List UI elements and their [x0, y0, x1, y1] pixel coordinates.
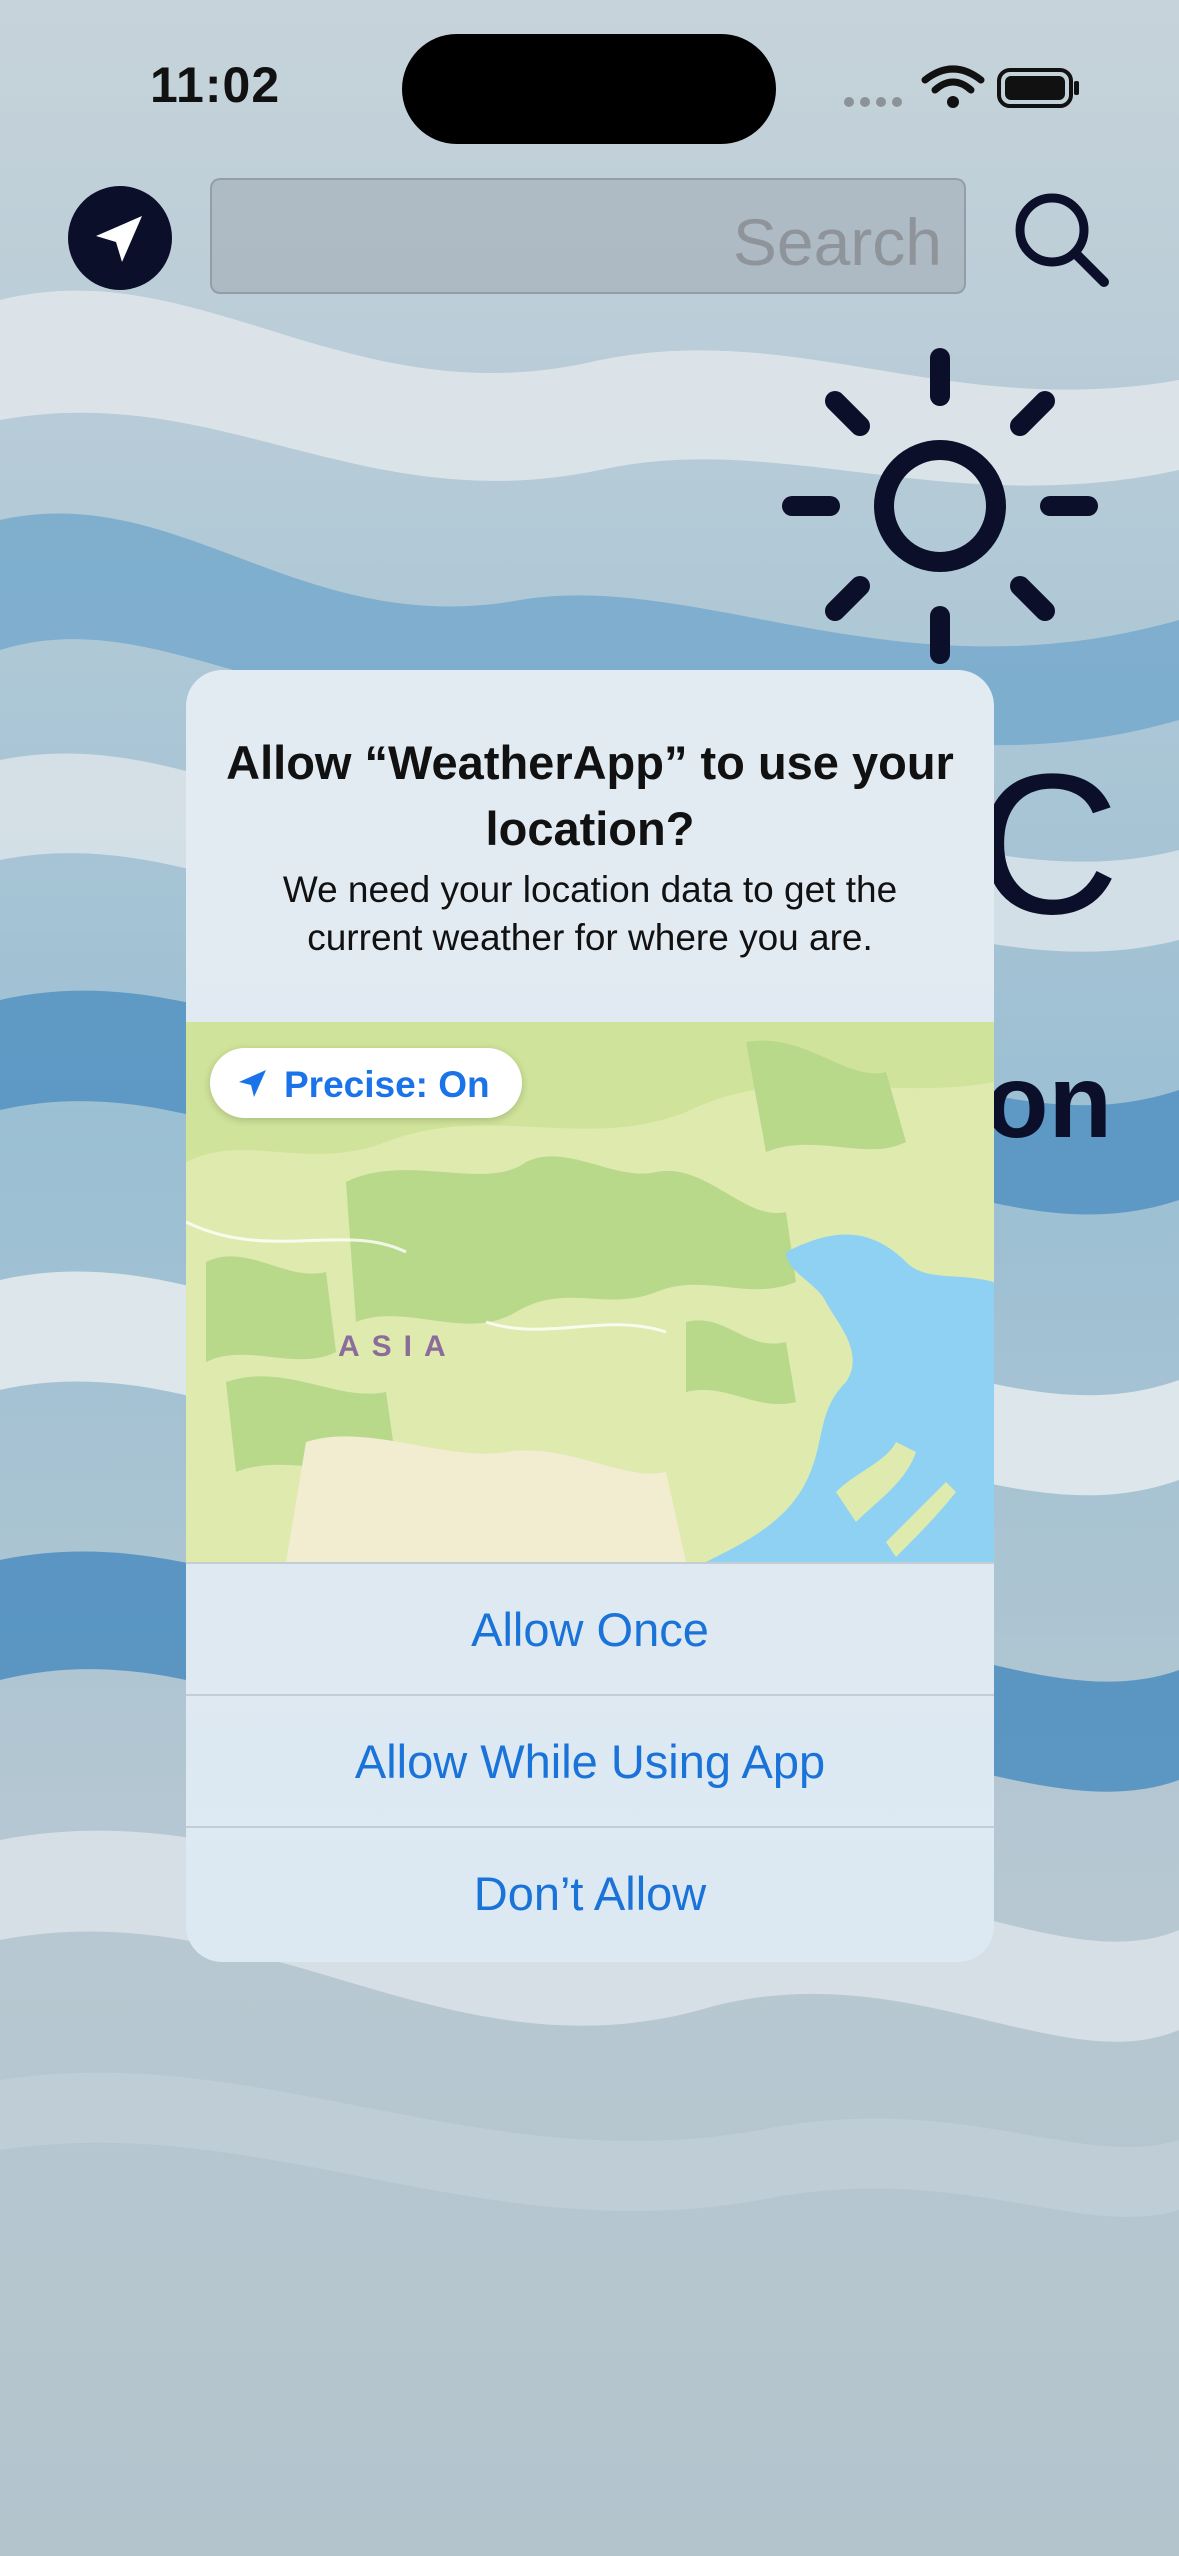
location-name-text: on — [985, 1044, 1113, 1160]
location-arrow-icon — [239, 1070, 266, 1097]
dont-allow-button[interactable]: Don’t Allow — [186, 1826, 994, 1962]
dynamic-island — [402, 34, 776, 144]
search-button[interactable] — [1008, 186, 1116, 294]
search-input[interactable]: Search — [210, 178, 966, 294]
battery-icon — [997, 68, 1079, 108]
allow-while-using-button[interactable]: Allow While Using App — [186, 1694, 994, 1826]
status-icons — [844, 65, 1079, 108]
precise-label: Precise: On — [284, 1064, 490, 1105]
current-location-button[interactable] — [68, 186, 172, 290]
alert-message: We need your location data to get the cu… — [282, 869, 898, 958]
search-placeholder: Search — [732, 205, 942, 279]
search-icon — [1015, 193, 1109, 287]
precise-location-toggle[interactable]: Precise: On — [210, 1048, 522, 1118]
alert-title: Allow “WeatherApp” to use your location? — [226, 736, 954, 855]
status-time: 11:02 — [150, 57, 281, 113]
temperature-text: C — [975, 733, 1120, 956]
map-region-label: ASIA — [338, 1330, 458, 1363]
allow-once-button[interactable]: Allow Once — [186, 1562, 994, 1694]
location-arrow-icon — [96, 216, 142, 262]
sun-icon — [782, 348, 1098, 664]
location-permission-alert: Allow “WeatherApp” to use your location?… — [186, 670, 994, 1962]
wifi-icon — [921, 65, 985, 94]
cellular-signal-icon — [844, 97, 902, 107]
wifi-dot — [947, 96, 959, 108]
